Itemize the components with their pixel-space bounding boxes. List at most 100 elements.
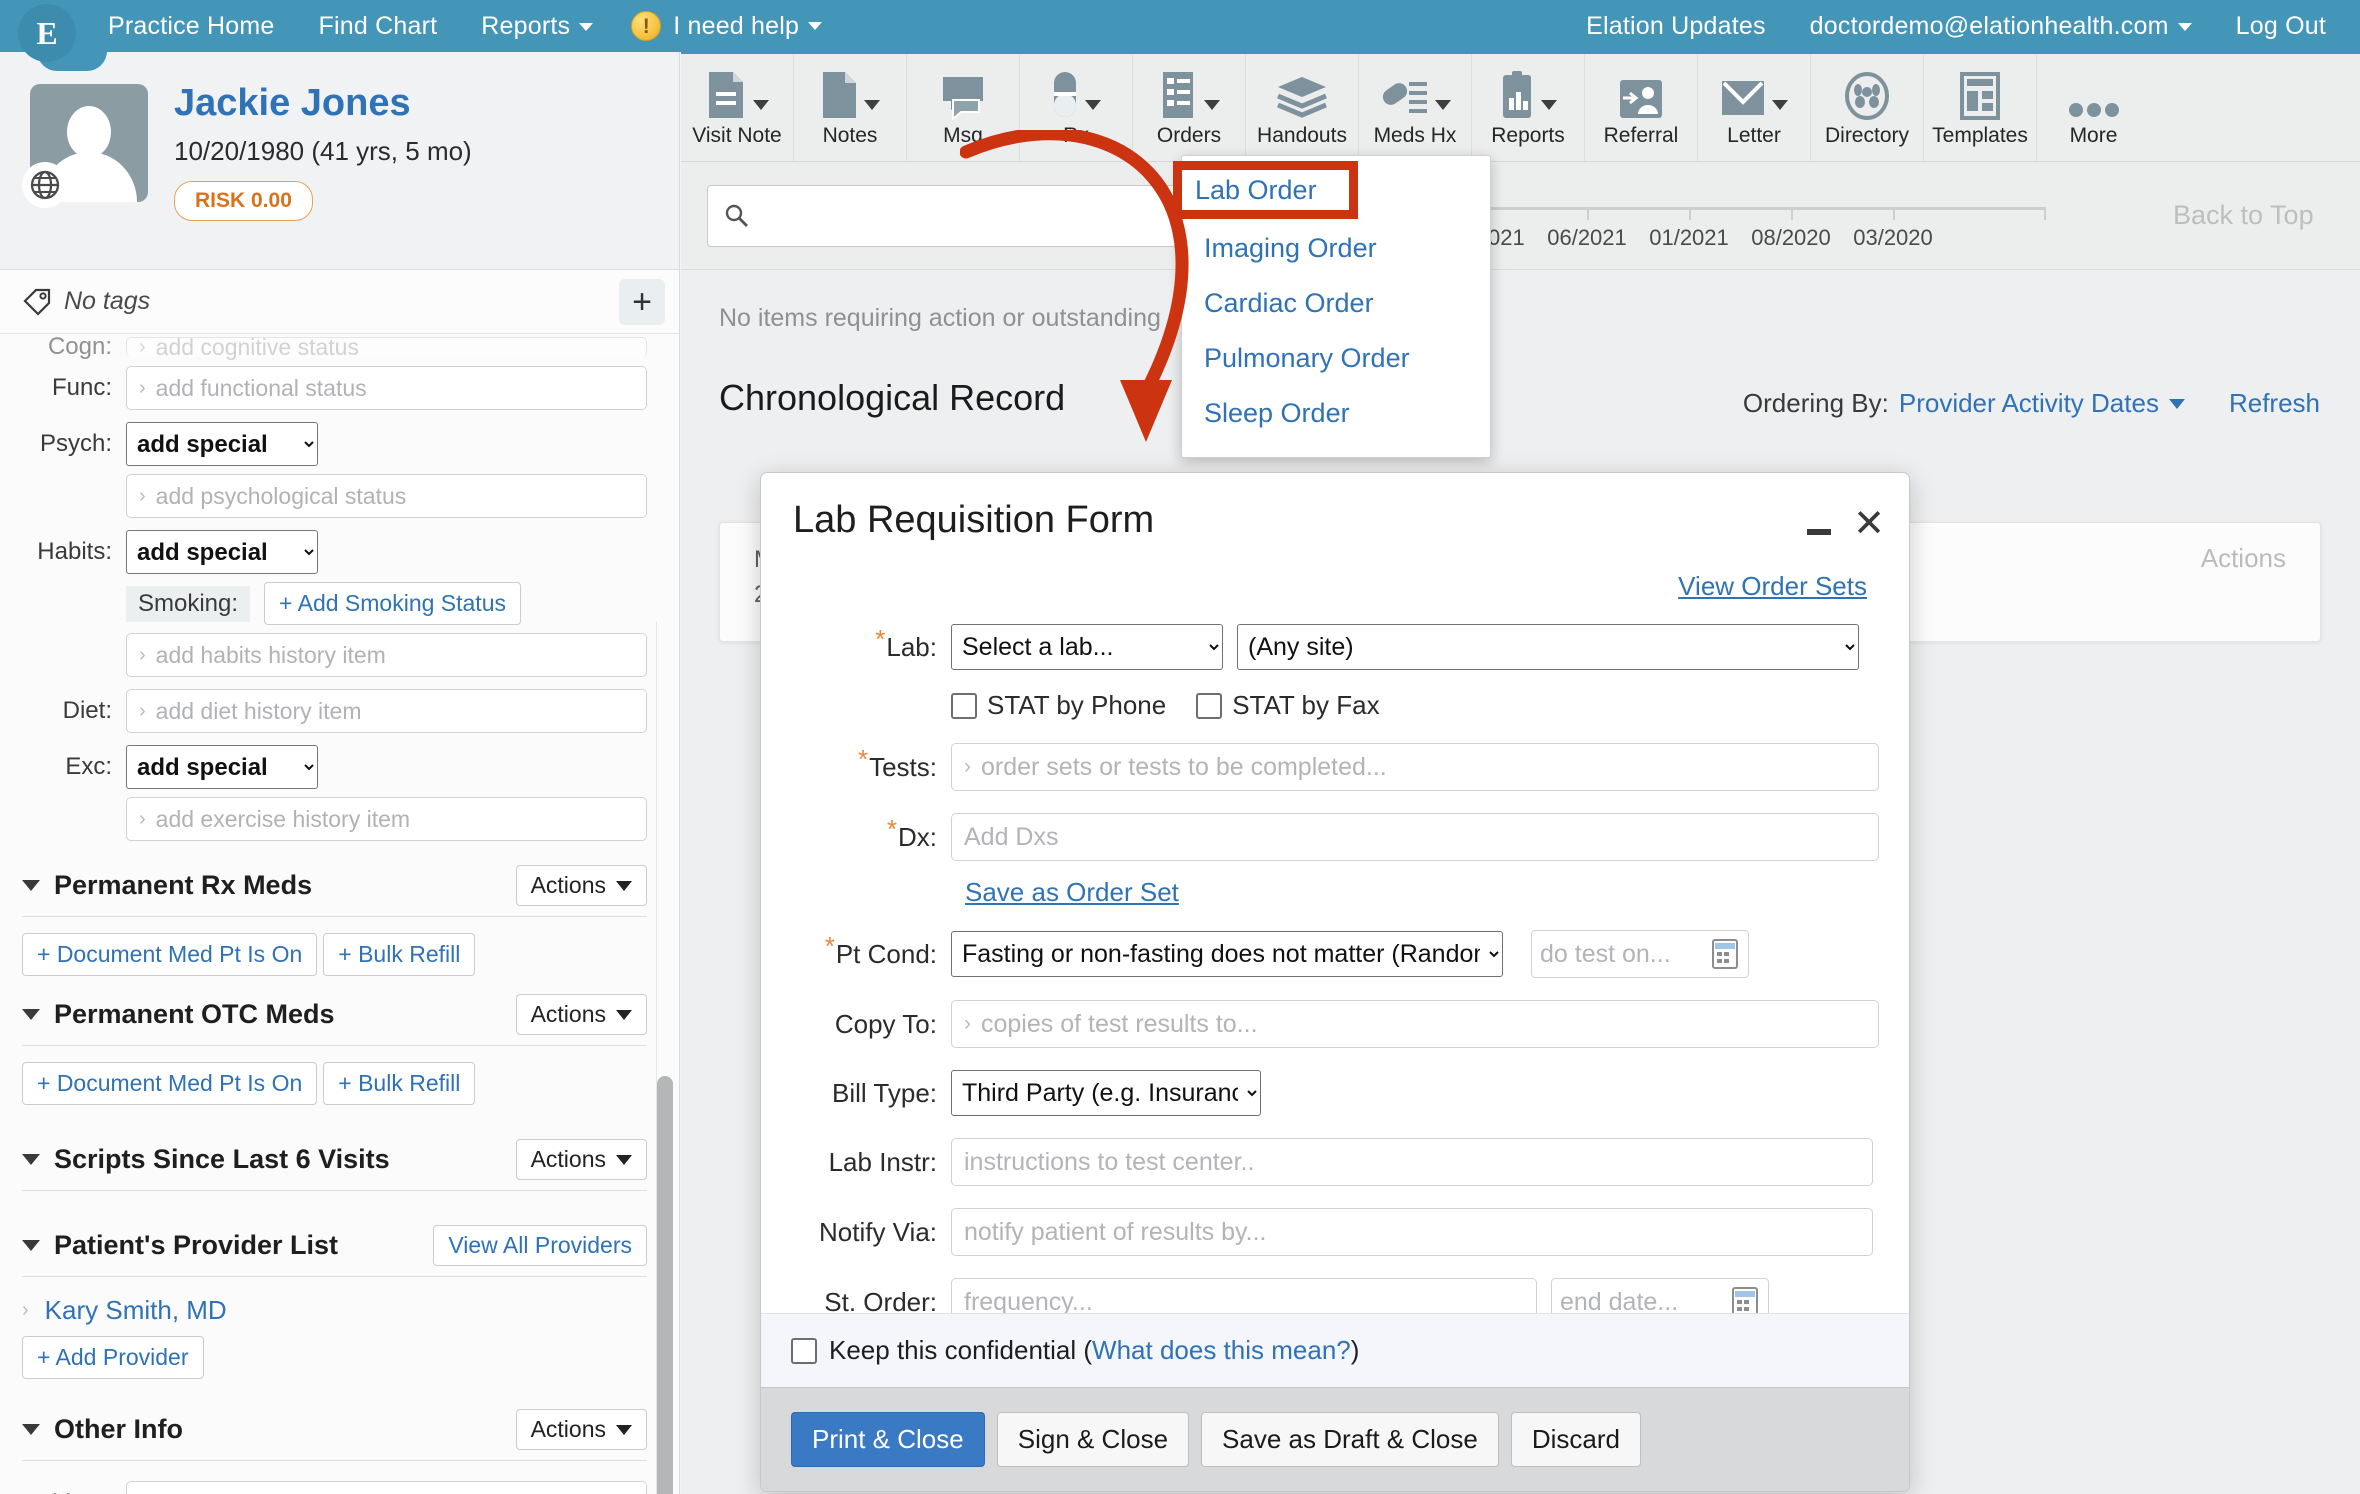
- tab-letter[interactable]: Letter: [1698, 54, 1811, 161]
- nav-find-chart[interactable]: Find Chart: [297, 12, 460, 41]
- bulk-refill-button[interactable]: + Bulk Refill: [323, 1062, 476, 1105]
- discard-button[interactable]: Discard: [1510, 1412, 1641, 1467]
- lab-site-select[interactable]: (Any site): [1237, 624, 1859, 670]
- caret-down-icon[interactable]: [22, 1240, 40, 1251]
- nav-log-out[interactable]: Log Out: [2214, 12, 2360, 41]
- habits-history-input[interactable]: › add habits history item: [126, 633, 647, 677]
- keep-confidential-close-paren: ): [1350, 1335, 1360, 1365]
- exercise-special-select[interactable]: add special: [126, 745, 318, 789]
- tab-more[interactable]: More: [2037, 54, 2150, 161]
- psych-special-select[interactable]: add special: [126, 422, 318, 466]
- rx-meds-actions-button[interactable]: Actions: [515, 865, 647, 906]
- menu-item-lab-order[interactable]: Lab Order: [1173, 161, 1358, 219]
- save-order-set-row: Save as Order Set: [965, 877, 1879, 908]
- caret-down-icon[interactable]: [22, 1154, 40, 1165]
- provider-name-link[interactable]: Kary Smith, MD: [45, 1295, 227, 1326]
- exercise-history-input[interactable]: › add exercise history item: [126, 797, 647, 841]
- menu-item-pulmonary-order[interactable]: Pulmonary Order: [1182, 331, 1490, 386]
- cognitive-status-input[interactable]: › add cognitive status: [126, 334, 647, 360]
- calendar-icon[interactable]: [1730, 1286, 1760, 1313]
- other-info-actions-button[interactable]: Actions: [515, 1409, 647, 1450]
- add-provider-button[interactable]: + Add Provider: [22, 1336, 204, 1379]
- lab-instr-placeholder: instructions to test center..: [964, 1147, 1255, 1176]
- tab-referral[interactable]: Referral: [1585, 54, 1698, 161]
- close-icon[interactable]: ✕: [1853, 505, 1885, 543]
- nav-account-menu[interactable]: doctordemo@elationhealth.com: [1788, 12, 2214, 41]
- add-smoking-status-button[interactable]: + Add Smoking Status: [264, 582, 521, 625]
- sign-and-close-button[interactable]: Sign & Close: [996, 1412, 1190, 1467]
- nav-elation-updates[interactable]: Elation Updates: [1564, 12, 1788, 41]
- tab-label: Reports: [1491, 123, 1565, 147]
- lab-instr-input[interactable]: instructions to test center..: [951, 1138, 1873, 1186]
- add-tag-button[interactable]: +: [619, 278, 665, 325]
- menu-item-cardiac-order[interactable]: Cardiac Order: [1182, 276, 1490, 331]
- tab-msg[interactable]: Msg: [907, 54, 1020, 161]
- tab-directory[interactable]: Directory: [1811, 54, 1924, 161]
- i-need-help-menu[interactable]: ! I need help: [615, 11, 838, 41]
- list-item[interactable]: › Kary Smith, MD: [22, 1295, 647, 1326]
- rx-meds-button-row: + Document Med Pt Is On + Bulk Refill: [22, 933, 647, 976]
- stat-by-fax-checkbox[interactable]: [1196, 692, 1223, 719]
- pt-cond-select[interactable]: Fasting or non-fasting does not matter (…: [951, 931, 1503, 977]
- tab-orders[interactable]: Orders: [1133, 54, 1246, 161]
- back-to-top-button[interactable]: Back to Top: [2173, 200, 2314, 231]
- diet-history-input[interactable]: › add diet history item: [126, 689, 647, 733]
- view-all-providers-button[interactable]: View All Providers: [433, 1225, 647, 1266]
- tab-handouts[interactable]: Handouts: [1246, 54, 1359, 161]
- tests-label-text: Tests:: [869, 751, 937, 782]
- dialog-footer: Print & Close Sign & Close Save as Draft…: [761, 1387, 1909, 1491]
- minimize-icon[interactable]: [1807, 529, 1831, 535]
- section-permanent-otc-meds: Permanent OTC Meds Actions: [22, 994, 647, 1046]
- chevron-down-icon: [808, 22, 823, 30]
- nav-practice-home[interactable]: Practice Home: [86, 12, 297, 41]
- do-test-on-date-field[interactable]: do test on...: [1531, 930, 1749, 978]
- what-does-this-mean-link[interactable]: What does this mean?: [1092, 1335, 1351, 1365]
- menu-item-imaging-order[interactable]: Imaging Order: [1182, 221, 1490, 276]
- caret-down-icon[interactable]: [22, 880, 40, 891]
- avatar[interactable]: [22, 84, 148, 208]
- bulk-refill-button[interactable]: + Bulk Refill: [323, 933, 476, 976]
- document-med-pt-is-on-button[interactable]: + Document Med Pt Is On: [22, 933, 318, 976]
- tab-notes[interactable]: Notes: [794, 54, 907, 161]
- tab-meds-hx[interactable]: Meds Hx: [1359, 54, 1472, 161]
- stat-by-phone-checkbox[interactable]: [951, 692, 977, 719]
- end-date-field[interactable]: end date...: [1551, 1278, 1769, 1313]
- habits-special-select[interactable]: add special: [126, 530, 318, 574]
- ordering-by-value[interactable]: Provider Activity Dates: [1899, 388, 2159, 419]
- refresh-button[interactable]: Refresh: [2229, 388, 2320, 419]
- otc-meds-actions-button[interactable]: Actions: [515, 994, 647, 1035]
- document-med-pt-is-on-button[interactable]: + Document Med Pt Is On: [22, 1062, 318, 1105]
- frequency-input[interactable]: frequency...: [951, 1278, 1537, 1313]
- tab-reports[interactable]: Reports: [1472, 54, 1585, 161]
- immunization-history-input[interactable]: › add immunization history item: [126, 1481, 647, 1494]
- psych-status-input[interactable]: › add psychological status: [126, 474, 647, 518]
- calendar-icon[interactable]: [1710, 938, 1740, 970]
- dx-input[interactable]: Add Dxs: [951, 813, 1879, 861]
- caret-down-icon[interactable]: [22, 1009, 40, 1020]
- copy-to-input[interactable]: › copies of test results to...: [951, 1000, 1879, 1048]
- nav-practice-home-label: Practice Home: [108, 11, 275, 40]
- menu-item-sleep-order[interactable]: Sleep Order: [1182, 386, 1490, 441]
- do-test-on-placeholder: do test on...: [1540, 939, 1671, 968]
- lab-select[interactable]: Select a lab...: [951, 624, 1223, 670]
- sidebar-scrollbar-thumb[interactable]: [657, 1076, 673, 1494]
- tab-templates[interactable]: Templates: [1924, 54, 2037, 161]
- tab-visit-note[interactable]: Visit Note: [681, 54, 794, 161]
- tab-rx[interactable]: Rx: [1020, 54, 1133, 161]
- keep-confidential-checkbox[interactable]: [791, 1337, 817, 1364]
- record-card-actions[interactable]: Actions: [2201, 543, 2286, 621]
- save-as-order-set-link[interactable]: Save as Order Set: [965, 877, 1179, 907]
- print-and-close-button[interactable]: Print & Close: [791, 1412, 985, 1467]
- page-title[interactable]: Jackie Jones: [174, 83, 472, 124]
- scripts-actions-button[interactable]: Actions: [515, 1139, 647, 1180]
- save-as-draft-and-close-button[interactable]: Save as Draft & Close: [1201, 1412, 1499, 1467]
- nav-reports[interactable]: Reports: [459, 12, 615, 41]
- elation-logo-icon[interactable]: E: [0, 0, 86, 62]
- caret-down-icon[interactable]: [22, 1424, 40, 1435]
- view-order-sets-link[interactable]: View Order Sets: [1678, 571, 1867, 601]
- tests-input[interactable]: › order sets or tests to be completed...: [951, 743, 1879, 791]
- notify-via-input[interactable]: notify patient of results by...: [951, 1208, 1873, 1256]
- bill-type-select[interactable]: Third Party (e.g. Insurance): [951, 1070, 1261, 1116]
- functional-status-input[interactable]: › add functional status: [126, 366, 647, 410]
- dx-row: *Dx: Add Dxs: [791, 813, 1879, 861]
